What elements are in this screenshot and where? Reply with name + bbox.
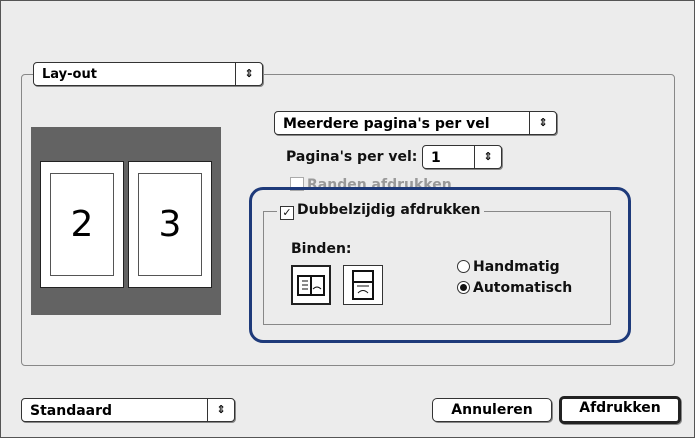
popup-arrows-icon: ⇕ — [207, 399, 234, 421]
duplex-label: Dubbelzijdig afdrukken — [297, 202, 481, 218]
radio-manual-label: Handmatig — [473, 259, 560, 275]
bind-long-edge-button[interactable] — [291, 265, 331, 305]
pages-mode-value: Meerdere pagina's per vel — [283, 116, 490, 132]
cancel-button[interactable]: Annuleren — [432, 398, 552, 422]
tablet-binding-icon — [352, 270, 374, 300]
layout-panel-popup[interactable]: Lay-out ⇕ — [33, 62, 263, 86]
radio-circle[interactable] — [457, 281, 470, 294]
popup-arrows-icon: ⇕ — [235, 63, 262, 85]
binding-label: Binden: — [291, 241, 352, 257]
radio-automatic-label: Automatisch — [473, 280, 573, 296]
layout-panel-popup-value: Lay-out — [42, 67, 97, 82]
pages-per-sheet-value: 1 — [431, 150, 441, 166]
popup-arrows-icon: ⇕ — [474, 146, 501, 168]
presets-value: Standaard — [30, 403, 113, 419]
checkbox-box[interactable]: ✓ — [280, 206, 294, 220]
radio-manual[interactable]: Handmatig — [457, 259, 560, 275]
preview-page-number: 2 — [70, 204, 94, 245]
presets-popup[interactable]: Standaard ⇕ — [21, 398, 235, 422]
print-button[interactable]: Afdrukken — [559, 396, 681, 424]
duplex-checkbox[interactable]: ✓ Dubbelzijdig afdrukken — [277, 202, 484, 220]
pages-per-sheet-popup[interactable]: 1 ⇕ — [422, 145, 502, 169]
preview-page-number: 3 — [158, 204, 182, 245]
preview-page-left: 2 — [40, 161, 124, 288]
popup-arrows-icon: ⇕ — [529, 112, 556, 134]
pages-mode-popup[interactable]: Meerdere pagina's per vel ⇕ — [274, 111, 557, 135]
book-binding-icon — [297, 275, 325, 296]
preview-page-right: 3 — [128, 161, 212, 288]
print-dialog: Lay-out ⇕ 2 3 Meerdere pagina's per vel … — [0, 0, 695, 438]
bind-short-edge-button[interactable] — [343, 265, 383, 305]
radio-automatic[interactable]: Automatisch — [457, 280, 572, 296]
layout-preview: 2 3 — [31, 127, 221, 315]
pages-per-sheet-label: Pagina's per vel: — [286, 149, 418, 165]
radio-circle[interactable] — [457, 260, 470, 273]
